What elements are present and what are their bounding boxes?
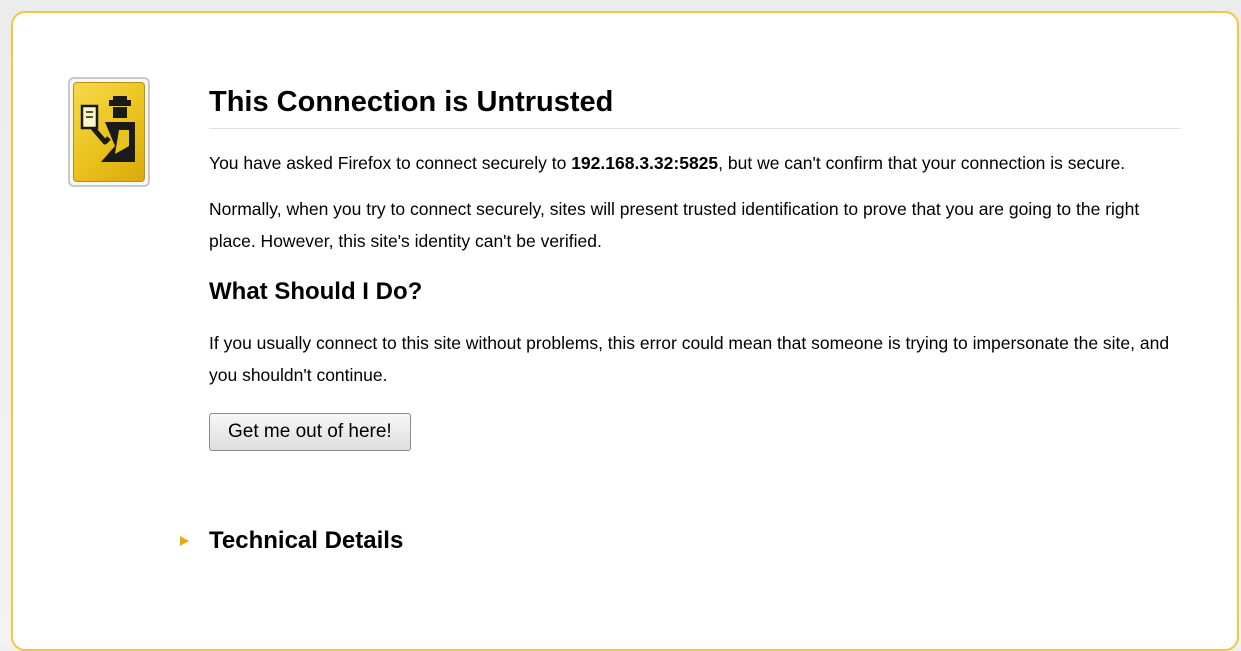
what-should-i-do-heading: What Should I Do? — [209, 278, 423, 305]
technical-details-label: Technical Details — [209, 527, 404, 554]
intro-text-before: You have asked Firefox to connect secure… — [209, 153, 572, 173]
intro-text-after: , but we can't confirm that your connect… — [718, 153, 1126, 173]
certificate-officer-icon-face — [73, 82, 145, 182]
technical-details-toggle[interactable]: Technical Details — [180, 526, 403, 556]
page-title: This Connection is Untrusted — [209, 80, 1181, 129]
certificate-officer-icon — [68, 77, 150, 187]
host-address: 192.168.3.32:5825 — [571, 153, 719, 173]
get-me-out-button[interactable]: Get me out of here! — [209, 413, 411, 451]
intro-paragraph: You have asked Firefox to connect secure… — [209, 147, 1181, 179]
expand-triangle-icon — [180, 536, 189, 546]
error-content: This Connection is Untrusted You have as… — [209, 80, 1181, 451]
officer-glyph — [80, 96, 135, 162]
advice-paragraph: If you usually connect to this site with… — [209, 333, 1170, 385]
explanation-paragraph: Normally, when you try to connect secure… — [209, 199, 1140, 251]
